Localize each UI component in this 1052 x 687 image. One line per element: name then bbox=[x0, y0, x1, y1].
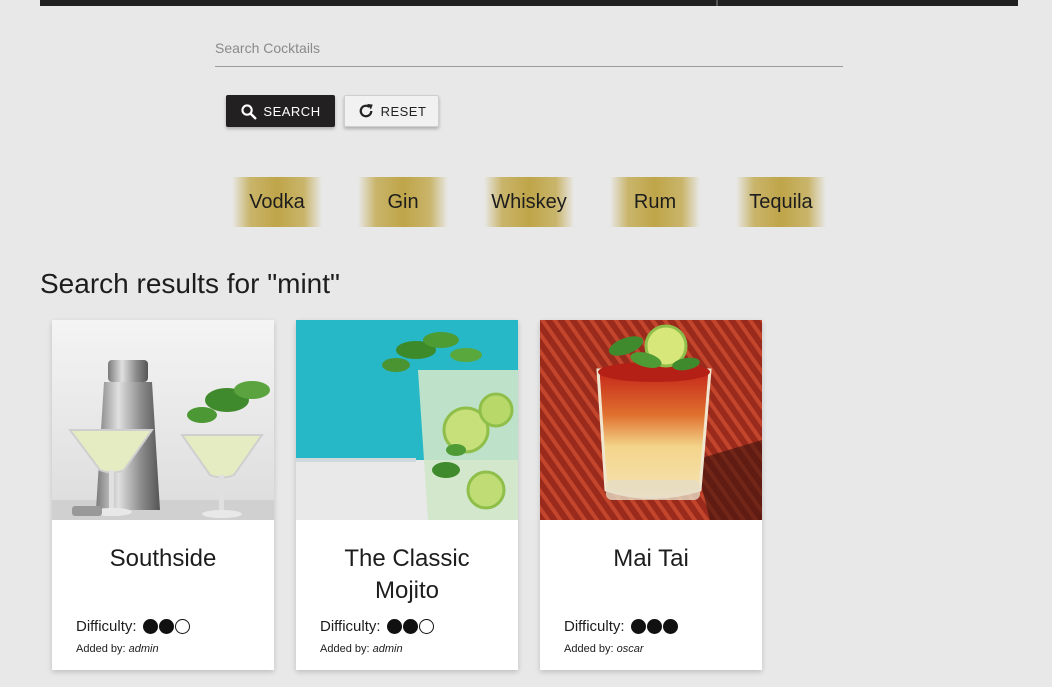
difficulty-label: Difficulty: bbox=[564, 618, 625, 635]
search-button-label: SEARCH bbox=[263, 103, 321, 119]
mojito-photo bbox=[296, 320, 518, 520]
search-icon bbox=[241, 103, 257, 119]
nav-divider bbox=[716, 0, 718, 6]
spirit-filter-rum[interactable]: Rum bbox=[610, 177, 700, 227]
top-nav-bar bbox=[40, 0, 1018, 6]
search-field[interactable] bbox=[215, 30, 843, 67]
cocktail-name: Southside bbox=[109, 545, 217, 572]
southside-photo bbox=[52, 320, 274, 520]
cocktail-card-southside[interactable]: Southside Difficulty: Added by: admin bbox=[52, 320, 274, 670]
difficulty-rating: Difficulty: bbox=[564, 618, 678, 635]
difficulty-dot-3 bbox=[174, 619, 190, 634]
cocktail-name: The Classic Mojito bbox=[344, 545, 470, 604]
search-button[interactable]: SEARCH bbox=[226, 95, 335, 127]
difficulty-dot-1 bbox=[142, 619, 158, 634]
mai-tai-photo bbox=[540, 320, 762, 520]
difficulty-dot-3 bbox=[418, 619, 434, 634]
difficulty-label: Difficulty: bbox=[76, 618, 137, 635]
difficulty-rating: Difficulty: bbox=[320, 618, 434, 635]
added-by: Added by: admin bbox=[320, 643, 403, 655]
added-by-label: Added by: bbox=[76, 643, 126, 655]
refresh-icon bbox=[359, 103, 373, 118]
difficulty-rating: Difficulty: bbox=[76, 618, 190, 635]
difficulty-dot-1 bbox=[386, 619, 402, 634]
reset-button[interactable]: RESET bbox=[344, 95, 439, 127]
author-name: admin bbox=[128, 643, 159, 655]
added-by-label: Added by: bbox=[564, 643, 614, 655]
difficulty-dot-2 bbox=[402, 619, 418, 634]
cocktail-name: Mai Tai bbox=[613, 545, 689, 572]
reset-button-label: RESET bbox=[380, 103, 427, 119]
difficulty-dot-1 bbox=[630, 619, 646, 634]
spirit-filter-whiskey[interactable]: Whiskey bbox=[484, 177, 574, 227]
added-by-label: Added by: bbox=[320, 643, 370, 655]
difficulty-dot-3 bbox=[662, 619, 678, 634]
cocktail-card-classic-mojito[interactable]: The Classic Mojito Difficulty: Added by:… bbox=[296, 320, 518, 670]
results-title: Search results for "mint" bbox=[40, 268, 340, 299]
spirit-filter-vodka[interactable]: Vodka bbox=[232, 177, 322, 227]
difficulty-dot-2 bbox=[158, 619, 174, 634]
author-name: oscar bbox=[616, 643, 644, 655]
difficulty-label: Difficulty: bbox=[320, 618, 381, 635]
search-input[interactable] bbox=[215, 30, 843, 66]
difficulty-dot-2 bbox=[646, 619, 662, 634]
spirit-filter-gin[interactable]: Gin bbox=[358, 177, 448, 227]
added-by: Added by: oscar bbox=[564, 643, 644, 655]
cocktail-card-mai-tai[interactable]: Mai Tai Difficulty: Added by: oscar bbox=[540, 320, 762, 670]
author-name: admin bbox=[372, 643, 403, 655]
added-by: Added by: admin bbox=[76, 643, 159, 655]
spirit-filter-tequila[interactable]: Tequila bbox=[736, 177, 826, 227]
